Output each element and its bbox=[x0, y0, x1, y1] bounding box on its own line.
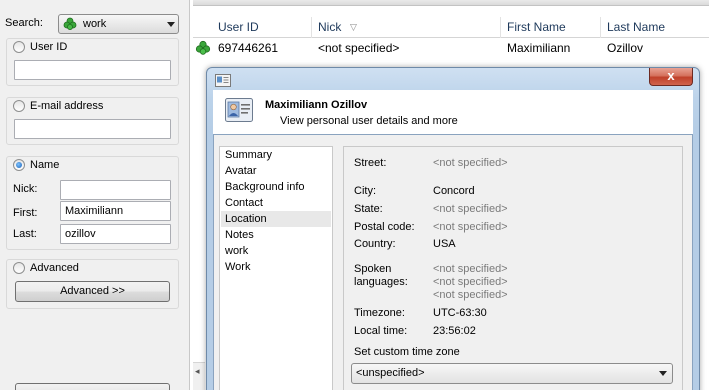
advanced-radio[interactable] bbox=[13, 262, 25, 274]
user-id-radio[interactable] bbox=[13, 41, 25, 53]
col-first-name[interactable]: First Name bbox=[501, 17, 601, 38]
first-name-label: First: bbox=[13, 207, 38, 219]
email-radio-label: E-mail address bbox=[30, 100, 104, 112]
custom-timezone-label: Set custom time zone bbox=[354, 346, 460, 358]
nav-item-work[interactable]: Work bbox=[221, 259, 331, 275]
window-icon bbox=[215, 74, 231, 90]
nav-item-background-info[interactable]: Background info bbox=[221, 179, 331, 195]
name-radio-label: Name bbox=[30, 159, 60, 171]
nav-item-work-lower[interactable]: work bbox=[221, 243, 331, 259]
search-label: Search: bbox=[5, 17, 43, 29]
street-label: Street: bbox=[354, 157, 387, 169]
postal-code-value: <not specified> bbox=[433, 221, 508, 233]
dialog-subtitle: View personal user details and more bbox=[280, 115, 458, 127]
user-card-icon bbox=[225, 98, 253, 125]
local-time-label: Local time: bbox=[354, 325, 408, 337]
sort-icon: ▽ bbox=[350, 22, 357, 32]
nav-item-location[interactable]: Location bbox=[221, 211, 331, 227]
cell-last-name: Ozillov bbox=[607, 41, 644, 55]
nav-item-notes[interactable]: Notes bbox=[221, 227, 331, 243]
email-input[interactable] bbox=[14, 119, 171, 139]
dialog-title: Maximiliann Ozillov bbox=[265, 99, 368, 111]
advanced-button[interactable]: Advanced >> bbox=[15, 281, 170, 302]
dialog-header: Maximiliann Ozillov View personal user d… bbox=[213, 90, 693, 134]
user-id-radio-label: User ID bbox=[30, 41, 68, 53]
language-value-1: <not specified> bbox=[433, 263, 508, 275]
nick-label: Nick: bbox=[13, 183, 38, 195]
chevron-down-icon[interactable] bbox=[659, 371, 667, 376]
table-row[interactable]: 697446261 <not specified> Maximiliann Oz… bbox=[193, 38, 709, 58]
results-header: User ID Nick ▽ First Name Last Name bbox=[193, 17, 709, 38]
last-name-input[interactable]: ozillov bbox=[60, 224, 171, 244]
nav-item-avatar[interactable]: Avatar bbox=[221, 163, 331, 179]
cell-user-id: 697446261 bbox=[218, 41, 279, 55]
col-user-id[interactable]: User ID bbox=[212, 17, 312, 38]
horizontal-scrollbar[interactable]: ◂ bbox=[193, 362, 205, 390]
advanced-radio-label: Advanced bbox=[30, 262, 79, 274]
country-label: Country: bbox=[354, 238, 396, 250]
user-status-icon bbox=[195, 40, 211, 59]
language-value-2: <not specified> bbox=[433, 276, 508, 288]
cell-nick: <not specified> bbox=[318, 41, 400, 55]
scroll-left-icon[interactable]: ◂ bbox=[195, 366, 200, 377]
search-button[interactable] bbox=[15, 383, 170, 390]
timezone-label: Timezone: bbox=[354, 307, 405, 319]
city-label: City: bbox=[354, 185, 376, 197]
nav-item-summary[interactable]: Summary bbox=[221, 147, 331, 163]
timezone-value: UTC-63:30 bbox=[433, 307, 487, 319]
first-name-input[interactable]: Maximiliann bbox=[60, 201, 171, 221]
nick-input[interactable] bbox=[60, 180, 171, 200]
search-panel: Search: work User ID E-mail address Name… bbox=[0, 0, 190, 390]
chevron-down-icon[interactable] bbox=[167, 22, 175, 27]
cell-first-name: Maximiliann bbox=[507, 41, 571, 55]
state-value: <not specified> bbox=[433, 203, 508, 215]
languages-label: Spoken languages: bbox=[354, 263, 408, 288]
location-details-panel: Street: <not specified> City: Concord St… bbox=[343, 146, 683, 390]
nav-item-contact[interactable]: Contact bbox=[221, 195, 331, 211]
group-select[interactable]: work bbox=[58, 14, 179, 34]
close-icon: x bbox=[667, 68, 675, 83]
name-radio[interactable] bbox=[13, 159, 25, 171]
street-value: <not specified> bbox=[433, 157, 508, 169]
language-value-3: <not specified> bbox=[433, 289, 508, 301]
col-last-name[interactable]: Last Name bbox=[601, 17, 709, 38]
custom-timezone-select[interactable]: <unspecified> bbox=[351, 363, 673, 384]
local-time-value: 23:56:02 bbox=[433, 325, 476, 337]
col-nick[interactable]: Nick ▽ bbox=[312, 17, 501, 38]
city-value: Concord bbox=[433, 185, 475, 197]
details-nav-list: Summary Avatar Background info Contact L… bbox=[219, 146, 333, 390]
country-value: USA bbox=[433, 238, 456, 250]
custom-timezone-value: <unspecified> bbox=[356, 367, 425, 379]
clover-icon bbox=[63, 17, 77, 34]
last-name-label: Last: bbox=[13, 228, 37, 240]
user-id-input[interactable] bbox=[14, 60, 171, 80]
col-nick-label: Nick bbox=[318, 20, 342, 34]
toolbar-edge bbox=[193, 0, 709, 6]
close-button[interactable]: x bbox=[649, 68, 693, 86]
user-details-dialog: x Maximiliann Ozillov View personal user… bbox=[206, 67, 700, 390]
postal-code-label: Postal code: bbox=[354, 221, 415, 233]
email-radio[interactable] bbox=[13, 100, 25, 112]
state-label: State: bbox=[354, 203, 383, 215]
group-select-value: work bbox=[83, 18, 107, 30]
